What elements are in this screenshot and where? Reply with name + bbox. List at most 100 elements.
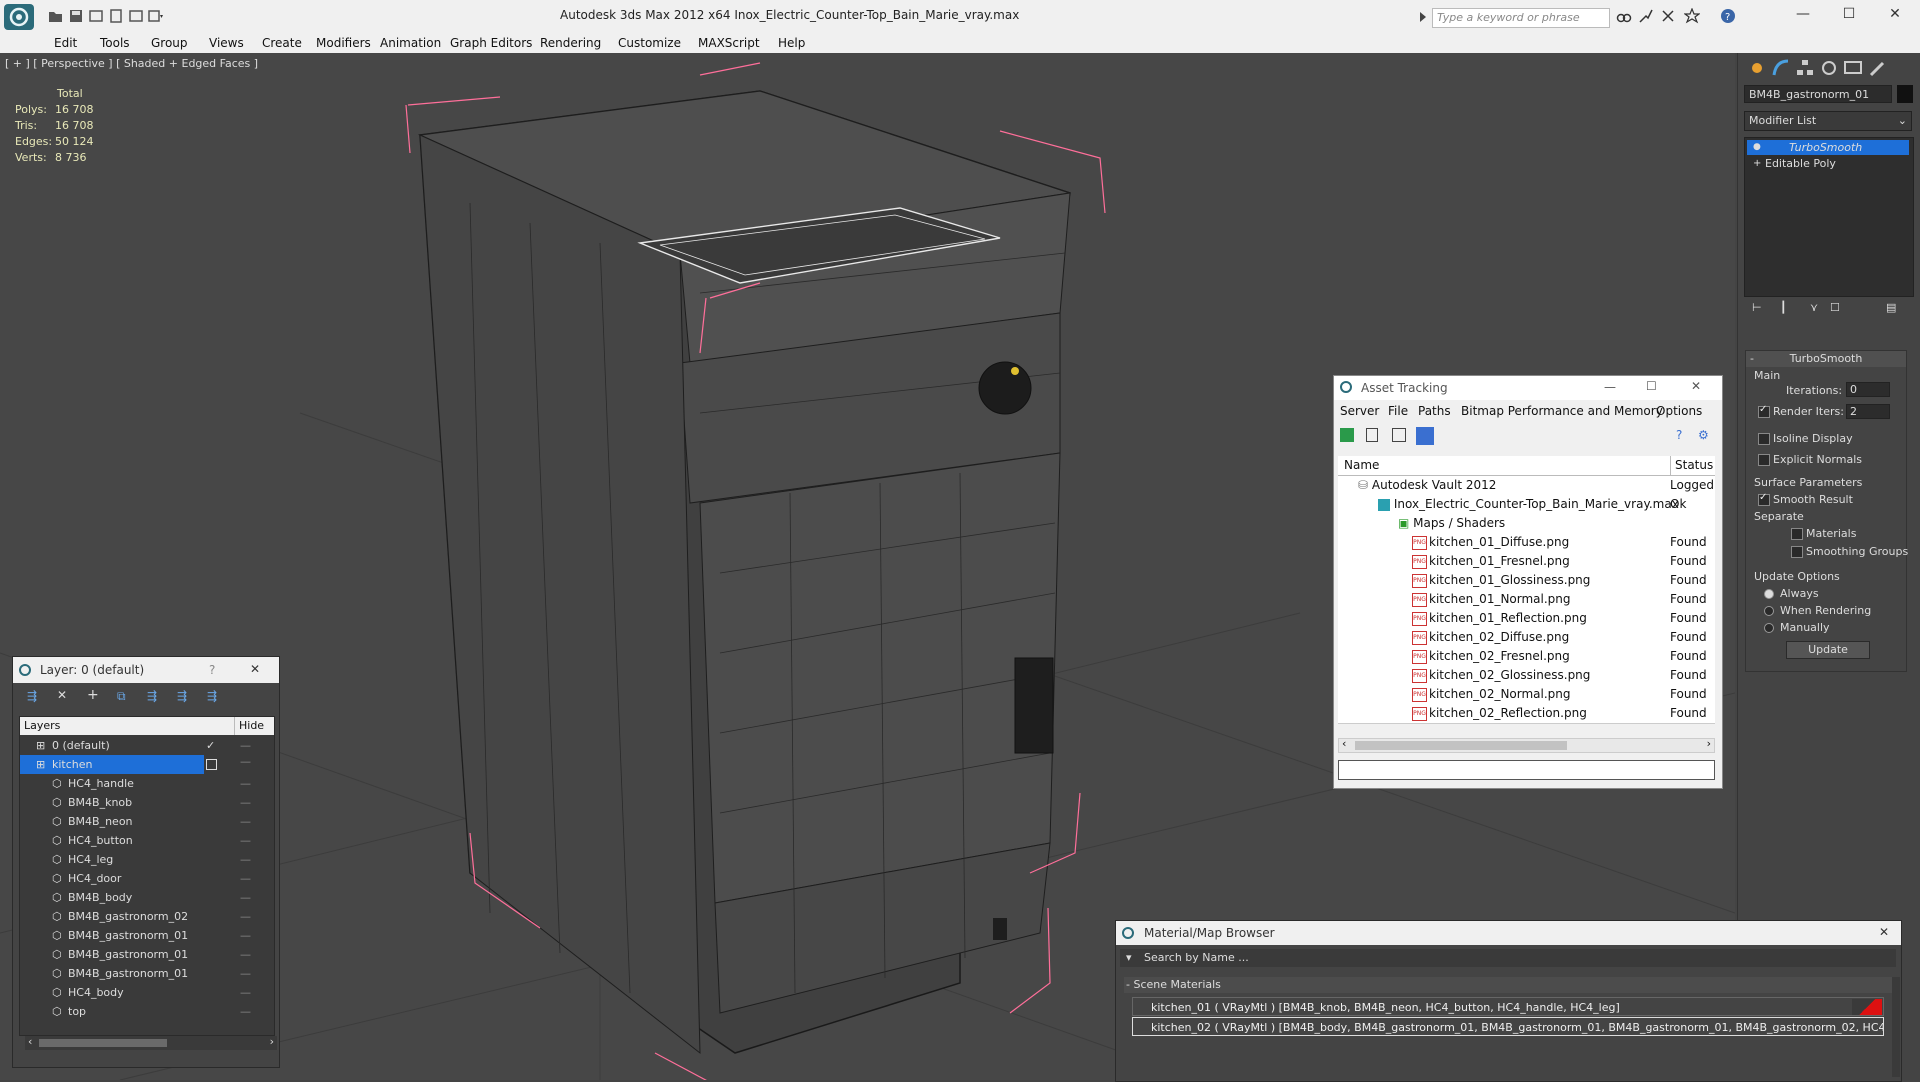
material-search-bar[interactable]: ▾ Search by Name ... [1120, 949, 1896, 967]
favorites-star-icon[interactable] [1683, 7, 1701, 24]
scroll-left-icon[interactable]: ‹ [1342, 737, 1346, 750]
tree-view-icon[interactable] [1392, 428, 1406, 442]
asset-row[interactable]: PNG kitchen_01_Fresnel.png Found [1338, 552, 1715, 572]
object-row[interactable]: ⬡ BM4B_gastronorm_01 — [20, 964, 270, 984]
material-search-input[interactable]: Search by Name ... [1144, 949, 1249, 967]
menu-bitmap-performance[interactable]: Bitmap Performance and Memory [1461, 404, 1663, 418]
settings-help-icon[interactable]: ⚙ [1698, 428, 1709, 442]
stack-item-turbosmooth[interactable]: ● TurboSmooth [1747, 140, 1909, 155]
object-row[interactable]: ⬡ HC4_handle — [20, 774, 270, 794]
scene-materials-header[interactable]: - Scene Materials [1124, 977, 1894, 993]
render-iters-checkbox[interactable] [1758, 404, 1770, 418]
asset-row-vault[interactable]: ⛁ Autodesk Vault 2012Logged O [1338, 476, 1715, 511]
hide-toggle[interactable]: — [240, 755, 251, 768]
object-row[interactable]: ⬡ BM4B_gastronorm_01 — [20, 945, 270, 965]
chevron-down-icon[interactable]: ▾ [1126, 949, 1132, 967]
modifier-list-dropdown[interactable]: Modifier List ⌄ [1744, 111, 1912, 131]
asset-path-field[interactable] [1338, 760, 1715, 780]
menu-views[interactable]: Views [209, 33, 244, 53]
asset-row[interactable]: PNG kitchen_02_Fresnel.png Found [1338, 647, 1715, 667]
freeze-all-icon[interactable]: ⇶ [207, 689, 217, 703]
delete-layer-icon[interactable]: ✕ [57, 688, 67, 702]
hide-toggle[interactable]: — [240, 945, 251, 964]
menu-options[interactable]: Options [1656, 404, 1702, 418]
menu-server[interactable]: Server [1340, 404, 1379, 418]
utilities-tab-icon[interactable] [1866, 57, 1888, 79]
scroll-left-icon[interactable]: ‹ [28, 1035, 32, 1048]
layer-select-icon[interactable]: ⇶ [27, 689, 37, 703]
asset-row-maps-shaders[interactable]: ▣ Maps / Shaders [1338, 514, 1715, 534]
stack-item-editable-poly[interactable]: + Editable Poly [1747, 156, 1909, 171]
asset-row[interactable]: PNG kitchen_02_Glossiness.png Found [1338, 666, 1715, 686]
hide-toggle[interactable]: — [240, 831, 251, 850]
help-icon[interactable]: ? [1720, 8, 1736, 24]
horizontal-scrollbar[interactable]: ‹ › [1338, 737, 1715, 753]
close-button[interactable]: ✕ [250, 662, 260, 676]
menu-file[interactable]: File [1388, 404, 1408, 418]
quick-access-dropdown-icon[interactable] [148, 8, 164, 24]
configure-sets-icon[interactable]: ▤ [1886, 301, 1896, 314]
modify-tab-icon[interactable] [1770, 57, 1792, 79]
pin-stack-icon[interactable]: ⊢ [1752, 301, 1762, 314]
refresh-icon[interactable] [1340, 428, 1354, 442]
current-layer-box-icon[interactable] [206, 759, 217, 770]
binoculars-icon[interactable] [1616, 8, 1632, 24]
menu-maxscript[interactable]: MAXScript [698, 33, 760, 53]
bain-marie-model[interactable] [417, 90, 1071, 1055]
hide-toggle[interactable]: — [240, 888, 251, 907]
material-row-selected[interactable]: kitchen_02 ( VRayMtl ) [BM4B_body, BM4B_… [1132, 1017, 1884, 1036]
rollout-header[interactable]: - TurboSmooth [1746, 351, 1906, 367]
asset-row[interactable]: PNG kitchen_01_Diffuse.png Found [1338, 533, 1715, 553]
help-button[interactable]: ? [209, 663, 215, 677]
isoline-display-checkbox[interactable] [1758, 433, 1770, 445]
object-row[interactable]: ⬡ BM4B_knob — [20, 793, 270, 813]
asset-row[interactable]: PNG kitchen_01_Reflection.png Found [1338, 609, 1715, 629]
layer-row[interactable]: ⊞ 0 (default) ✓ — [20, 736, 270, 756]
add-to-layer-icon[interactable]: + [87, 687, 99, 703]
undo-icon[interactable] [88, 8, 104, 24]
minimize-button[interactable]: — [1792, 6, 1814, 24]
minimize-button[interactable]: — [1604, 380, 1616, 394]
hide-toggle[interactable]: — [240, 964, 251, 983]
list-view-icon[interactable] [1366, 428, 1378, 442]
material-row[interactable]: kitchen_01 ( VRayMtl ) [BM4B_knob, BM4B_… [1132, 997, 1884, 1016]
hold-icon[interactable] [108, 8, 124, 24]
menu-paths[interactable]: Paths [1418, 404, 1451, 418]
explicit-normals-checkbox[interactable] [1758, 454, 1770, 466]
help-icon[interactable]: ? [1676, 428, 1682, 442]
menu-modifiers[interactable]: Modifiers [316, 33, 371, 53]
column-name-header[interactable]: Name [1344, 456, 1379, 475]
hide-all-icon[interactable]: ⇶ [177, 689, 187, 703]
object-row[interactable]: ⬡ top — [20, 1002, 270, 1022]
menu-group[interactable]: Group [151, 33, 188, 53]
hide-toggle[interactable]: — [240, 869, 251, 888]
asset-row[interactable]: PNG kitchen_02_Normal.png Found [1338, 685, 1715, 705]
lightbulb-icon[interactable]: ● [1753, 140, 1761, 155]
subscription-icon[interactable] [1638, 8, 1654, 24]
hide-toggle[interactable]: — [240, 1002, 251, 1021]
hide-toggle[interactable]: — [240, 907, 251, 926]
asset-row[interactable]: PNG kitchen_01_Glossiness.png Found [1338, 571, 1715, 591]
search-input[interactable]: Type a keyword or phrase [1432, 8, 1610, 28]
menu-rendering[interactable]: Rendering [540, 33, 601, 53]
when-rendering-radio[interactable] [1764, 606, 1774, 616]
layer-dialog-titlebar[interactable]: Layer: 0 (default) ? ✕ [13, 657, 279, 683]
infocenter-arrow-icon[interactable] [1418, 10, 1428, 27]
communication-icon[interactable] [1660, 8, 1676, 24]
hide-toggle[interactable]: — [240, 736, 251, 755]
scroll-thumb[interactable] [39, 1039, 167, 1047]
hierarchy-tab-icon[interactable] [1794, 57, 1816, 79]
object-row[interactable]: ⬡ BM4B_body — [20, 888, 270, 908]
menu-tools[interactable]: Tools [100, 33, 130, 53]
object-name-field[interactable]: BM4B_gastronorm_01 [1744, 85, 1892, 103]
menu-create[interactable]: Create [262, 33, 302, 53]
object-row[interactable]: ⬡ HC4_door — [20, 869, 270, 889]
create-tab-icon[interactable] [1746, 57, 1768, 79]
display-tab-icon[interactable] [1842, 57, 1864, 79]
close-button[interactable]: ✕ [1884, 6, 1906, 24]
open-file-icon[interactable] [48, 8, 64, 24]
layer-horizontal-scrollbar[interactable]: ‹ › [25, 1035, 277, 1050]
layer-row-selected[interactable]: ⊞ kitchen [20, 755, 204, 775]
object-row[interactable]: ⬡ BM4B_gastronorm_01 — [20, 926, 270, 946]
expand-plus-icon[interactable]: + [1753, 156, 1761, 171]
